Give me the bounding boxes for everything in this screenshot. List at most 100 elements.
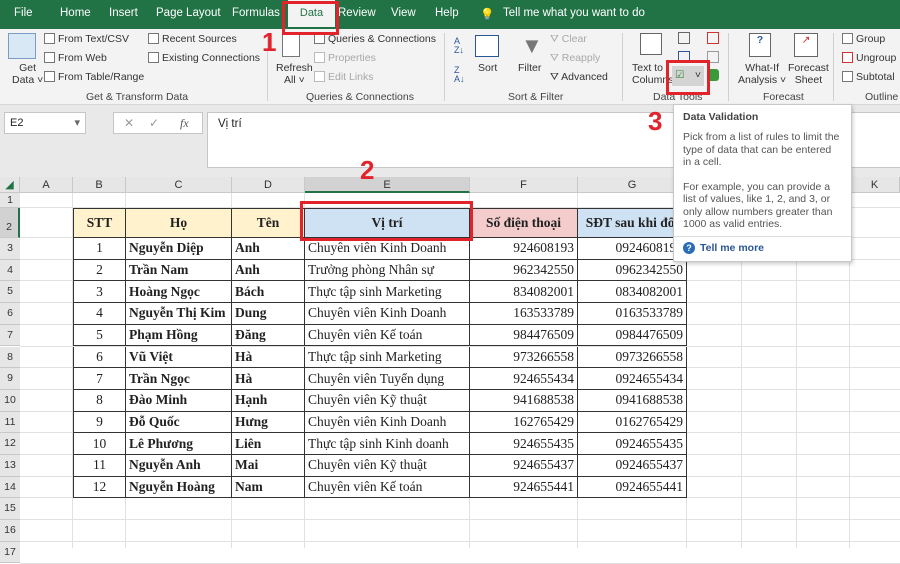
table-cell[interactable]: Đăng [232, 324, 305, 347]
table-header-cell[interactable]: SĐT sau khi đổi [578, 208, 687, 238]
relationships-icon[interactable] [707, 32, 719, 44]
table-cell[interactable]: 0924655434 [578, 368, 687, 390]
table-cell[interactable]: Chuyên viên Kinh Doanh [305, 303, 470, 325]
table-cell[interactable]: 0973266558 [578, 346, 687, 369]
table-cell[interactable]: 7 [73, 368, 126, 390]
row-header-5[interactable]: 5 [0, 281, 20, 304]
table-cell[interactable]: Nguyễn Anh [126, 455, 232, 477]
tab-view[interactable]: View [391, 7, 416, 19]
table-cell[interactable]: 0924655437 [578, 455, 687, 477]
table-cell[interactable]: Chuyên viên Kế toán [305, 476, 470, 499]
table-cell[interactable]: Thực tập sinh Kinh doanh [305, 433, 470, 455]
row-header-17[interactable]: 17 [0, 541, 20, 564]
table-cell[interactable]: 3 [73, 281, 126, 304]
row-header-3[interactable]: 3 [0, 238, 20, 260]
from-web-button[interactable]: From Web [44, 52, 107, 64]
tell-me-more-link[interactable]: ? Tell me more [674, 236, 851, 259]
table-cell[interactable]: 0941688538 [578, 389, 687, 412]
what-if-analysis-button[interactable]: What-If Analysis ˅ [738, 62, 786, 86]
table-cell[interactable]: 0924655441 [578, 476, 687, 499]
row-header-7[interactable]: 7 [0, 324, 20, 347]
tab-home[interactable]: Home [60, 7, 91, 19]
ungroup-button[interactable]: Ungroup [842, 52, 896, 64]
table-cell[interactable]: Nguyễn Hoàng [126, 476, 232, 499]
table-cell[interactable]: 0162765429 [578, 411, 687, 434]
table-cell[interactable]: Vũ Việt [126, 346, 232, 369]
tab-insert[interactable]: Insert [109, 7, 138, 19]
table-cell[interactable]: 0834082001 [578, 281, 687, 304]
table-cell[interactable]: Đào Minh [126, 389, 232, 412]
table-cell[interactable]: Nam [232, 476, 305, 499]
column-header-D[interactable]: D [232, 177, 305, 193]
table-cell[interactable]: Hà [232, 368, 305, 390]
tab-page-layout[interactable]: Page Layout [156, 7, 221, 19]
table-cell[interactable]: 0984476509 [578, 324, 687, 347]
get-data-button[interactable]: Get Data ˅ [12, 62, 43, 86]
select-all-button[interactable]: ◢ [0, 177, 20, 193]
column-header-E[interactable]: E [305, 177, 470, 193]
table-cell[interactable]: 5 [73, 324, 126, 347]
table-cell[interactable]: 1 [73, 238, 126, 260]
table-cell[interactable]: Anh [232, 238, 305, 260]
table-cell[interactable]: Chuyên viên Tuyển dụng [305, 368, 470, 390]
table-cell[interactable]: Chuyên viên Kỹ thuật [305, 455, 470, 477]
column-header-G[interactable]: G [578, 177, 687, 193]
sort-button[interactable]: Sort [478, 62, 497, 74]
forecast-sheet-button[interactable]: Forecast Sheet [788, 62, 829, 86]
tell-me-search[interactable]: Tell me what you want to do [503, 7, 645, 19]
table-cell[interactable]: 924655441 [470, 476, 578, 499]
row-header-6[interactable]: 6 [0, 303, 20, 325]
table-cell[interactable]: Thực tập sinh Marketing [305, 281, 470, 304]
table-cell[interactable]: Đỗ Quốc [126, 411, 232, 434]
subtotal-button[interactable]: Subtotal [842, 71, 895, 83]
flash-fill-icon[interactable] [678, 32, 690, 44]
sort-az-icon[interactable]: A Z↓ [454, 37, 464, 55]
table-cell[interactable]: 162765429 [470, 411, 578, 434]
table-cell[interactable]: Hưng [232, 411, 305, 434]
row-header-12[interactable]: 12 [0, 433, 20, 455]
properties-button[interactable]: Properties [314, 52, 376, 64]
table-cell[interactable]: Chuyên viên Kỹ thuật [305, 389, 470, 412]
tab-formulas[interactable]: Formulas [232, 7, 280, 19]
table-header-cell[interactable]: Tên [232, 208, 305, 238]
edit-links-button[interactable]: Edit Links [314, 71, 374, 83]
table-cell[interactable]: Trần Ngọc [126, 368, 232, 390]
table-cell[interactable]: 984476509 [470, 324, 578, 347]
table-cell[interactable]: 163533789 [470, 303, 578, 325]
row-header-2[interactable]: 2 [0, 208, 20, 238]
table-cell[interactable]: Bách [232, 281, 305, 304]
table-cell[interactable]: 973266558 [470, 346, 578, 369]
table-cell[interactable]: 12 [73, 476, 126, 499]
table-cell[interactable]: 0163533789 [578, 303, 687, 325]
table-cell[interactable]: Hoàng Ngọc [126, 281, 232, 304]
tab-help[interactable]: Help [435, 7, 459, 19]
column-header-F[interactable]: F [470, 177, 578, 193]
row-header-10[interactable]: 10 [0, 389, 20, 412]
row-header-8[interactable]: 8 [0, 346, 20, 369]
table-cell[interactable]: Dung [232, 303, 305, 325]
sort-za-icon[interactable]: Z A↓ [454, 66, 465, 84]
column-header-B[interactable]: B [73, 177, 126, 193]
table-cell[interactable]: 11 [73, 455, 126, 477]
table-cell[interactable]: Anh [232, 259, 305, 282]
table-cell[interactable]: Nguyễn Diệp [126, 238, 232, 260]
filter-button[interactable]: Filter [518, 62, 541, 74]
row-header-16[interactable]: 16 [0, 520, 20, 542]
table-cell[interactable]: 0962342550 [578, 259, 687, 282]
table-cell[interactable]: Hà [232, 346, 305, 369]
column-header-A[interactable]: A [20, 177, 73, 193]
table-cell[interactable]: 834082001 [470, 281, 578, 304]
table-cell[interactable]: 0924608193 [578, 238, 687, 260]
table-cell[interactable]: 962342550 [470, 259, 578, 282]
table-cell[interactable]: Lê Phương [126, 433, 232, 455]
row-header-1[interactable]: 1 [0, 193, 20, 208]
table-cell[interactable]: 0924655435 [578, 433, 687, 455]
table-cell[interactable]: 924655434 [470, 368, 578, 390]
row-header-11[interactable]: 11 [0, 411, 20, 434]
from-table-button[interactable]: From Table/Range [44, 71, 144, 83]
recent-sources-button[interactable]: Recent Sources [148, 33, 237, 45]
table-cell[interactable]: Phạm Hồng [126, 324, 232, 347]
group-button[interactable]: Group [842, 33, 885, 45]
refresh-all-button[interactable]: Refresh All ˅ [276, 62, 313, 86]
table-cell[interactable]: Mai [232, 455, 305, 477]
